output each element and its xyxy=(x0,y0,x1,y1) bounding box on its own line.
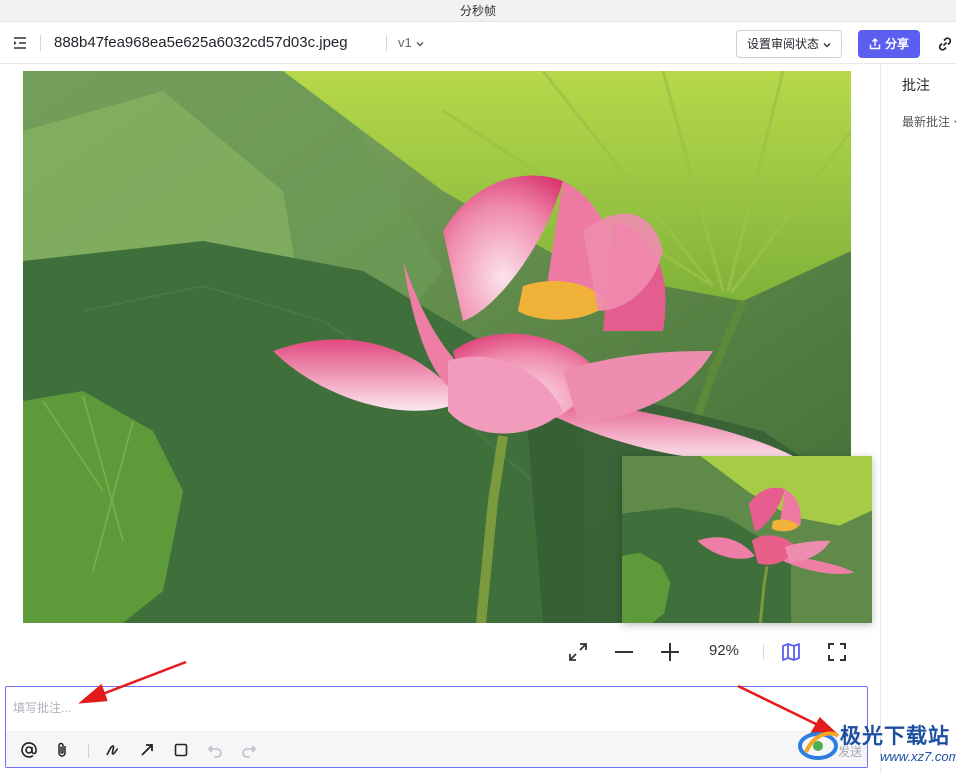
arrow-tool-icon[interactable] xyxy=(138,741,156,759)
zoom-in-icon[interactable] xyxy=(658,640,682,664)
comments-panel: 批注 最新批注 xyxy=(880,64,956,773)
comment-input[interactable] xyxy=(7,688,866,728)
undo-icon[interactable] xyxy=(206,741,224,759)
watermark-url: www.xz7.com xyxy=(880,749,956,764)
top-toolbar: 888b47fea968ea5e625a6032cd57d03c.jpeg v1… xyxy=(0,22,956,64)
comments-panel-title: 批注 xyxy=(902,77,930,93)
chevron-down-icon xyxy=(416,41,424,47)
version-label: v1 xyxy=(398,35,412,50)
link-icon[interactable] xyxy=(936,35,954,53)
zoom-out-icon[interactable] xyxy=(612,640,636,664)
chevron-down-icon xyxy=(823,43,831,48)
file-name: 888b47fea968ea5e625a6032cd57d03c.jpeg xyxy=(54,34,348,51)
toolbar-divider xyxy=(386,35,387,51)
attachment-icon[interactable] xyxy=(53,741,71,759)
fullscreen-icon[interactable] xyxy=(825,640,849,664)
mini-map[interactable] xyxy=(622,456,872,623)
redo-icon[interactable] xyxy=(240,741,258,759)
zoom-percentage: 92% xyxy=(709,642,740,659)
review-status-button[interactable]: 设置审阅状态 xyxy=(736,30,842,58)
mini-map-image xyxy=(622,456,872,623)
comments-sort-dropdown[interactable]: 最新批注 xyxy=(902,113,956,130)
fit-screen-icon[interactable] xyxy=(566,640,590,664)
version-selector[interactable]: v1 xyxy=(398,35,425,50)
share-icon xyxy=(869,38,881,50)
rectangle-tool-icon[interactable] xyxy=(172,741,190,759)
draw-pen-icon[interactable] xyxy=(104,741,122,759)
comment-editor: 发送 xyxy=(5,686,868,768)
watermark: 极光下载站 www.xz7.com xyxy=(796,718,956,770)
window-title-bar: 分秒帧 xyxy=(0,0,956,22)
comment-toolbar: 发送 xyxy=(6,731,867,767)
watermark-logo-icon xyxy=(798,731,840,760)
comments-sort-label: 最新批注 xyxy=(902,115,951,129)
at-mention-icon[interactable] xyxy=(20,741,38,759)
zoom-divider xyxy=(763,644,764,660)
toolbar-divider xyxy=(40,35,41,51)
share-label: 分享 xyxy=(885,37,910,51)
collapse-sidebar-icon[interactable] xyxy=(11,34,29,52)
watermark-text: 极光下载站 xyxy=(840,724,950,748)
review-status-label: 设置审阅状态 xyxy=(747,37,820,51)
minimap-icon[interactable] xyxy=(779,640,803,664)
toolbar-divider xyxy=(88,744,89,758)
share-button[interactable]: 分享 xyxy=(858,30,920,58)
window-title: 分秒帧 xyxy=(459,4,496,18)
image-viewer: 92% xyxy=(0,64,880,684)
